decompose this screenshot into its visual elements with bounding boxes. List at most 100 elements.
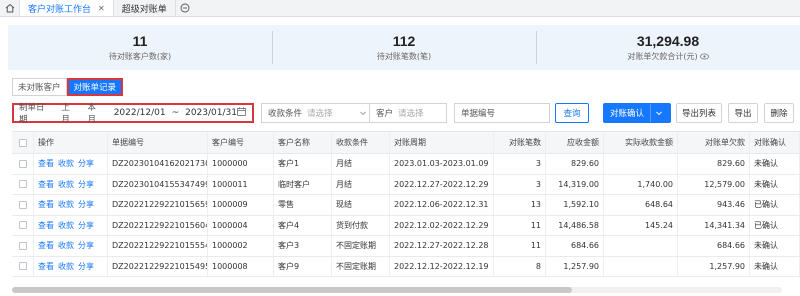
cell-cust-name: 客户9 — [274, 256, 332, 276]
cell-confirm: 未确认 — [750, 256, 800, 276]
calendar-icon[interactable] — [237, 107, 246, 119]
view-link[interactable]: 查看 — [38, 158, 54, 169]
col-header: 单据编号 — [108, 132, 208, 153]
cell-received — [604, 256, 678, 276]
col-header: 客户名称 — [274, 132, 332, 153]
stat-label: 待对账笔数(笔) — [376, 52, 432, 61]
cell-count: 11 — [494, 215, 546, 235]
cell-receivable: 14,486.58 — [546, 215, 604, 235]
share-link[interactable]: 分享 — [78, 240, 94, 251]
tab-label: 超级对账单 — [121, 4, 167, 15]
export-list-button[interactable]: 导出列表 — [676, 103, 722, 123]
share-link[interactable]: 分享 — [78, 220, 94, 231]
customer-select[interactable]: 客户 请选择 — [369, 103, 447, 123]
row-checkbox[interactable] — [12, 195, 34, 215]
tab-reconciliation-workbench[interactable]: 客户对账工作台 ✕ — [20, 0, 114, 16]
horizontal-scrollbar[interactable] — [12, 287, 782, 293]
statement-records-button[interactable]: 对账单记录 — [66, 78, 124, 96]
stat-total-owed: 31,294.98 对账单欠款合计(元) — [536, 25, 800, 70]
receive-payment-link[interactable]: 收款 — [58, 158, 74, 169]
date-start[interactable]: 2022/12/01 — [114, 108, 166, 118]
row-checkbox[interactable] — [12, 236, 34, 256]
cell-count: 11 — [494, 236, 546, 256]
receive-payment-link[interactable]: 收款 — [58, 220, 74, 231]
scrollbar-thumb[interactable] — [12, 287, 572, 293]
close-icon[interactable]: ✕ — [98, 4, 105, 13]
customer-label: 客户 — [376, 109, 394, 119]
unreconciled-customers-button[interactable]: 未对账客户 — [12, 78, 67, 96]
payment-terms-label: 收款条件 — [268, 109, 303, 119]
date-end[interactable]: 2023/01/31 — [185, 108, 237, 118]
table-row[interactable]: 查看 收款 分享 DZ20230104155347499 1000011 临时客户 月结 20… — [12, 174, 800, 195]
this-month-button[interactable]: 本月 — [88, 101, 104, 125]
view-link[interactable]: 查看 — [38, 199, 54, 210]
share-link[interactable]: 分享 — [78, 261, 94, 272]
chevron-down-icon[interactable] — [650, 104, 666, 122]
table-row[interactable]: 查看 收款 分享 DZ20221229221015604 1000004 客户4 货到付款 2… — [12, 215, 800, 236]
row-actions: 查看 收款 分享 — [34, 256, 108, 276]
cell-confirm: 未确认 — [750, 154, 800, 174]
confirm-reconciliation-button[interactable]: 对账确认 — [603, 103, 671, 123]
cell-period: 2022.12.27-2022.12.29 — [390, 174, 494, 194]
eye-icon[interactable] — [699, 53, 709, 60]
stat-label: 待对账客户数(家) — [108, 52, 172, 61]
stat-label: 对账单欠款合计(元) — [627, 52, 698, 61]
home-icon[interactable] — [0, 0, 20, 16]
cell-received: 1,740.00 — [604, 174, 678, 194]
row-checkbox[interactable] — [12, 256, 34, 276]
cell-received — [604, 236, 678, 256]
cell-receivable: 684.66 — [546, 236, 604, 256]
row-checkbox[interactable] — [12, 154, 34, 174]
cell-owed: 14,341.34 — [678, 215, 750, 235]
col-header: 对账笔数 — [494, 132, 546, 153]
table-row[interactable]: 查看 收款 分享 DZ20221229221015659 1000009 零售 现结 2022… — [12, 195, 800, 216]
cell-bill-no: DZ20221229221015554 — [108, 236, 208, 256]
view-link[interactable]: 查看 — [38, 220, 54, 231]
table-row[interactable]: 查看 收款 分享 DZ20221229221015554 1000002 客户3 不固定账期… — [12, 236, 800, 257]
select-all-checkbox[interactable] — [12, 132, 34, 153]
date-label: 制单日期 — [19, 103, 45, 125]
share-link[interactable]: 分享 — [78, 199, 94, 210]
col-header: 操作 — [34, 132, 108, 153]
receive-payment-link[interactable]: 收款 — [58, 261, 74, 272]
cell-terms: 现结 — [332, 195, 390, 215]
receive-payment-link[interactable]: 收款 — [58, 199, 74, 210]
row-checkbox[interactable] — [12, 174, 34, 194]
cell-bill-no: DZ20221229221015659 — [108, 195, 208, 215]
confirm-label: 对账确认 — [610, 109, 645, 119]
view-link[interactable]: 查看 — [38, 261, 54, 272]
cell-cust-no: 1000002 — [208, 236, 274, 256]
filter-bar: 制单日期 上月 本月 2022/12/01 ~ 2023/01/31 收款条件 … — [12, 101, 800, 125]
cell-bill-no: DZ20230104155347499 — [108, 174, 208, 194]
delete-button[interactable]: 删除 — [764, 103, 794, 123]
tab-super-statement[interactable]: 超级对账单 — [114, 0, 176, 16]
last-month-button[interactable]: 上月 — [61, 101, 77, 125]
receive-payment-link[interactable]: 收款 — [58, 240, 74, 251]
query-button[interactable]: 查询 — [555, 103, 589, 123]
share-link[interactable]: 分享 — [78, 179, 94, 190]
share-link[interactable]: 分享 — [78, 158, 94, 169]
tab-bar: 客户对账工作台 ✕ 超级对账单 — [0, 0, 800, 17]
table-header: 操作 单据编号 客户编号 客户名称 收款条件 对账周期 对账笔数 应收金额 实际… — [12, 132, 800, 154]
tab-menu-icon[interactable] — [176, 0, 194, 16]
payment-terms-select[interactable]: 收款条件 请选择 — [261, 103, 373, 123]
col-header: 对账周期 — [390, 132, 494, 153]
date-range-filter[interactable]: 制单日期 上月 本月 2022/12/01 ~ 2023/01/31 — [12, 101, 254, 125]
cell-confirm: 未确认 — [750, 174, 800, 194]
cell-received: 648.64 — [604, 195, 678, 215]
row-checkbox[interactable] — [12, 215, 34, 235]
table-row[interactable]: 查看 收款 分享 DZ20230104162021730 1000000 客户1 月结 202… — [12, 154, 800, 175]
chevron-down-icon — [359, 109, 367, 120]
export-button[interactable]: 导出 — [728, 103, 758, 123]
view-link[interactable]: 查看 — [38, 240, 54, 251]
date-separator: ~ — [171, 108, 180, 118]
view-toggle: 未对账客户 对账单记录 — [12, 78, 124, 96]
table-row[interactable]: 查看 收款 分享 DZ20221229221015495 1000008 客户9 不固定账期… — [12, 256, 800, 277]
bill-number-input[interactable]: 单据编号 — [454, 103, 550, 123]
cell-received — [604, 154, 678, 174]
cell-confirm: 未确认 — [750, 236, 800, 256]
cell-owed: 1,257.90 — [678, 256, 750, 276]
receive-payment-link[interactable]: 收款 — [58, 179, 74, 190]
view-link[interactable]: 查看 — [38, 179, 54, 190]
cell-owed: 12,579.00 — [678, 174, 750, 194]
